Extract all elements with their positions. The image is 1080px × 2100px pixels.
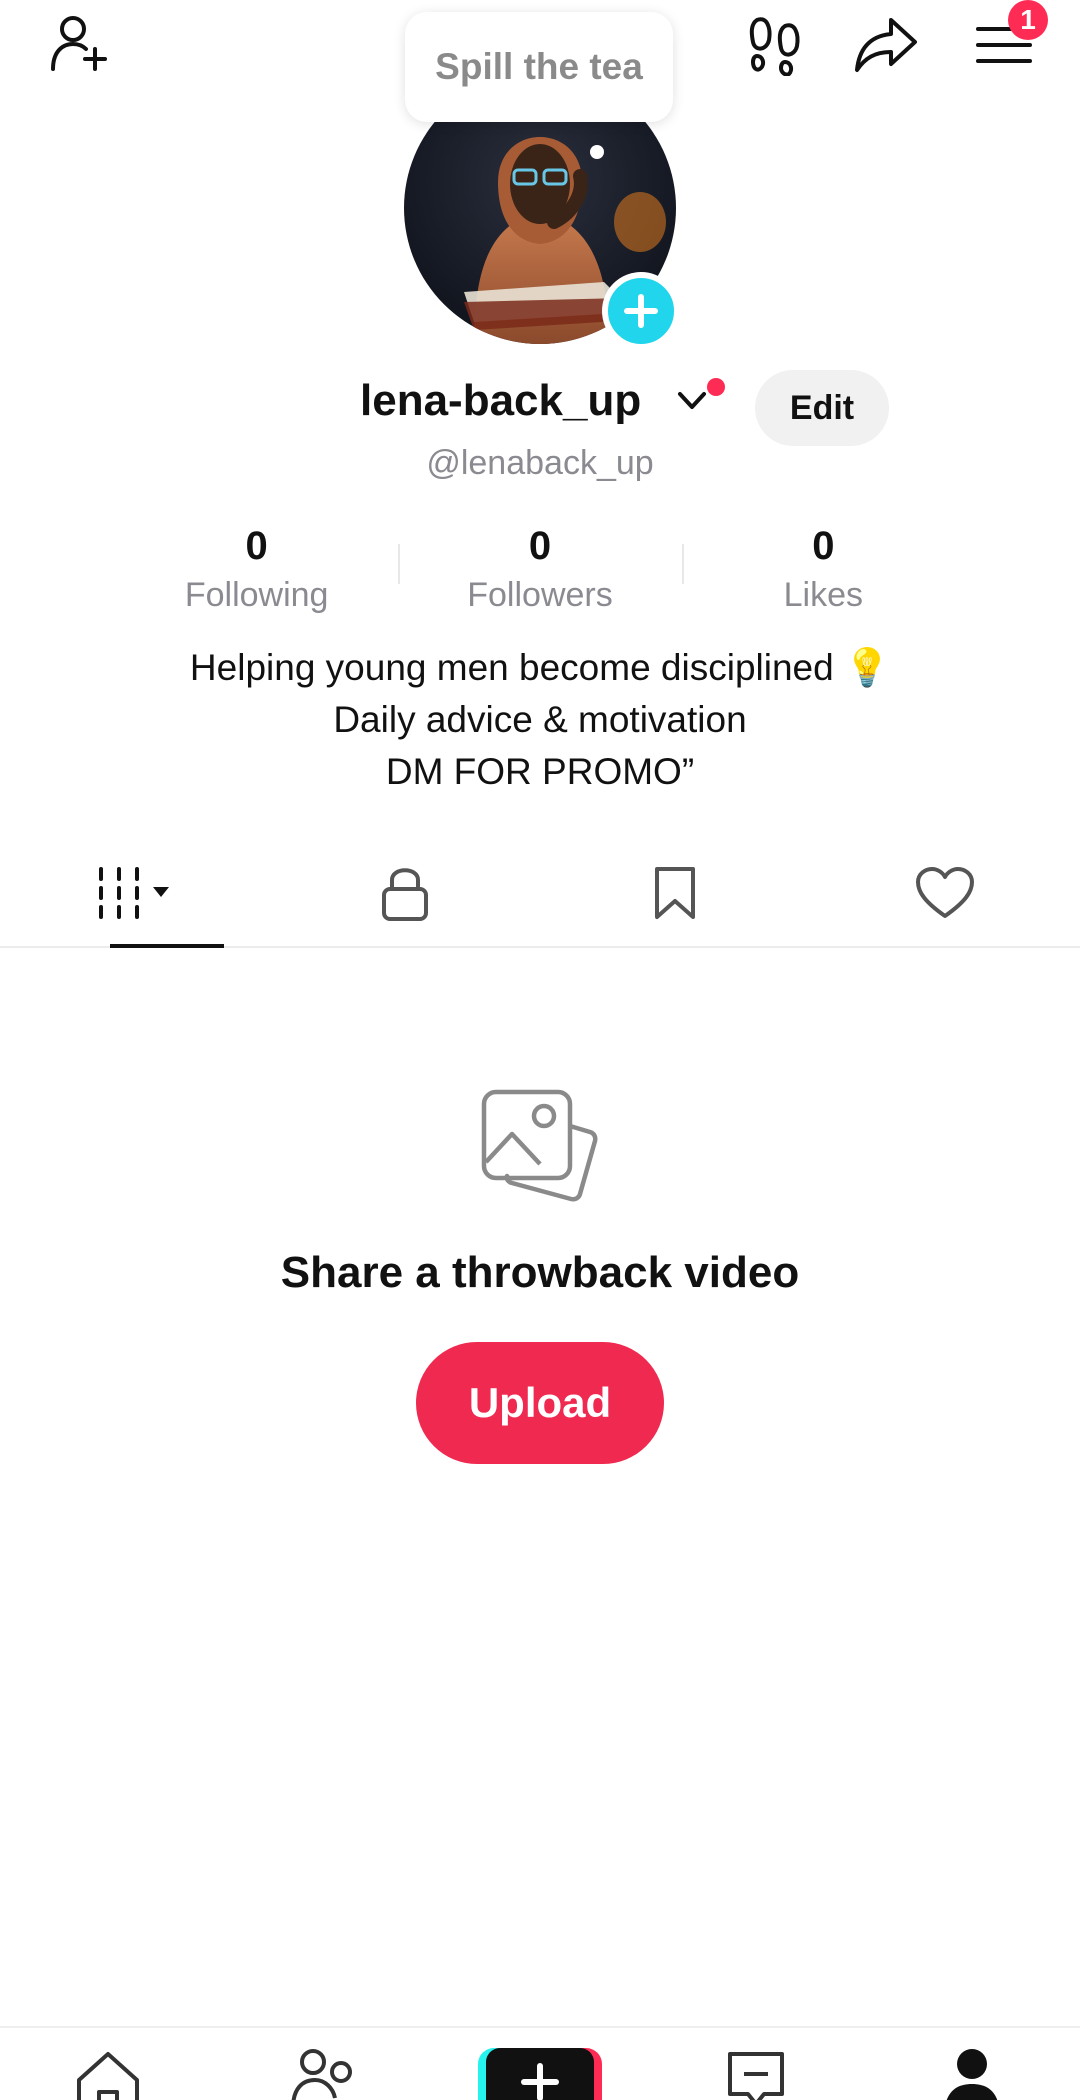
- plus-icon: [624, 294, 658, 328]
- home-icon: [77, 2052, 139, 2100]
- stat-value: 0: [812, 524, 835, 568]
- add-friend-button[interactable]: [42, 8, 114, 80]
- add-story-button[interactable]: [602, 272, 680, 350]
- grid-videos-icon: [99, 867, 169, 919]
- lock-icon: [382, 868, 428, 921]
- upload-button[interactable]: Upload: [416, 1342, 664, 1464]
- stat-following[interactable]: 0 Following: [115, 520, 398, 620]
- stat-value: 0: [245, 524, 268, 568]
- stat-divider: [681, 544, 684, 584]
- stat-likes[interactable]: 0 Likes: [681, 520, 965, 620]
- stat-followers[interactable]: 0 Followers: [398, 520, 681, 620]
- share-profile-button[interactable]: [850, 8, 922, 80]
- edit-profile-button[interactable]: Edit: [755, 370, 889, 446]
- profile-icon: [946, 2049, 998, 2100]
- tab-liked[interactable]: [810, 840, 1080, 946]
- name-row: lena-back_up Edit: [0, 370, 1080, 446]
- tab-saved[interactable]: [540, 840, 810, 946]
- friends-icon: [291, 2049, 352, 2100]
- display-name[interactable]: lena-back_up: [360, 376, 641, 426]
- bio-line: Helping young men become disciplined 💡: [189, 647, 891, 688]
- menu-button[interactable]: 1: [960, 0, 1048, 80]
- footprints-button[interactable]: [740, 8, 812, 80]
- empty-state-title: Share a throwback video: [280, 1248, 800, 1297]
- nav-friends[interactable]: [285, 2048, 365, 2100]
- profile-tabs: [0, 840, 1080, 948]
- create-plus-icon: [521, 2063, 559, 2100]
- stat-label: Likes: [783, 576, 863, 614]
- stat-label: Following: [184, 576, 329, 614]
- stat-value: 0: [528, 524, 552, 568]
- profile-stats: 0 Following 0 Followers 0 Likes: [115, 520, 965, 620]
- status-bubble[interactable]: Spill the tea: [405, 12, 673, 122]
- username-handle: @lenaback_up: [426, 444, 654, 482]
- chevron-down-icon[interactable]: [676, 390, 708, 412]
- notification-badge: 1: [1008, 0, 1048, 40]
- nav-home[interactable]: [68, 2048, 148, 2100]
- create-button-core: [486, 2048, 594, 2100]
- bio-line: Daily advice & motivation: [333, 699, 747, 740]
- heart-icon: [916, 867, 974, 918]
- nav-inbox[interactable]: [716, 2048, 796, 2100]
- share-arrow-icon: [855, 18, 917, 72]
- profile-bio[interactable]: Helping young men become disciplined 💡 D…: [0, 642, 1080, 798]
- footprints-icon: [749, 17, 800, 76]
- account-switch-dot: [707, 378, 725, 396]
- bubble-tail: [590, 145, 604, 159]
- bio-line: DM FOR PROMO”: [385, 751, 695, 792]
- tab-videos[interactable]: [0, 840, 270, 948]
- nav-profile[interactable]: [932, 2048, 1012, 2100]
- inbox-icon: [728, 2052, 784, 2100]
- create-button[interactable]: [478, 2048, 602, 2100]
- bottom-nav: [0, 2026, 1080, 2100]
- stat-divider: [398, 544, 401, 584]
- person-plus-icon: [51, 16, 107, 71]
- stat-label: Followers: [467, 576, 613, 614]
- tab-private[interactable]: [270, 840, 540, 946]
- bookmark-icon: [655, 867, 695, 919]
- active-tab-indicator: [110, 944, 224, 948]
- photos-icon: [481, 1089, 598, 1202]
